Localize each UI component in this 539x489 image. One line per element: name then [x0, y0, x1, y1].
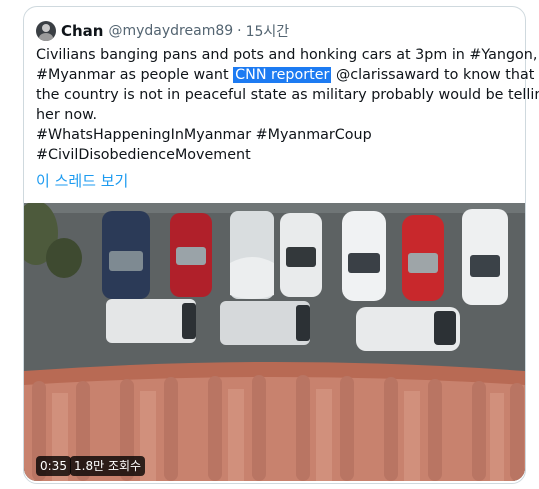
tweet-header: Chan @mydaydream89 · 15시간: [36, 20, 289, 42]
avatar[interactable]: [36, 21, 56, 41]
tweet-text: Civilians banging pans and pots and honk…: [36, 45, 539, 165]
author-name[interactable]: Chan: [61, 22, 104, 40]
show-thread-link[interactable]: 이 스레드 보기: [36, 170, 128, 191]
text-segment: her now.: [36, 107, 98, 123]
video-player[interactable]: [24, 203, 525, 481]
video-duration-badge: 0:35: [36, 456, 71, 476]
text-segment: the country is not in peaceful state as …: [36, 87, 539, 103]
author-handle[interactable]: @mydaydream89: [109, 23, 234, 39]
video-frame: [24, 203, 525, 481]
tweet-text-line: #Myanmar as people want CNN reporter @cl…: [36, 65, 534, 85]
hashtag-links[interactable]: #WhatsHappeningInMyanmar #MyanmarCoup: [36, 127, 372, 143]
selected-text-highlight[interactable]: CNN reporter: [233, 67, 332, 83]
separator-dot: ·: [237, 23, 242, 39]
hashtags-line[interactable]: #CivilDisobedienceMovement: [36, 145, 522, 165]
tweet-text-line: her now.: [36, 105, 522, 125]
text-segment: @clarissaward to know that: [331, 67, 535, 83]
tree: [46, 238, 82, 278]
wall-top: [24, 203, 525, 213]
tweet-text-line: the country is not in peaceful state as …: [36, 85, 539, 105]
text-segment: #Myanmar as people want: [36, 67, 234, 83]
text-segment: Civilians banging pans and pots and honk…: [36, 47, 538, 63]
video-views-badge: 1.8만 조회수: [70, 456, 146, 476]
tweet-card[interactable]: Chan @mydaydream89 · 15시간 Civilians bang…: [23, 6, 539, 484]
hashtags-line[interactable]: #WhatsHappeningInMyanmar #MyanmarCoup: [36, 125, 522, 145]
hashtag-link[interactable]: #CivilDisobedienceMovement: [36, 147, 251, 163]
tweet-timestamp[interactable]: 15시간: [246, 21, 290, 41]
tweet-text-line: Civilians banging pans and pots and honk…: [36, 45, 537, 65]
